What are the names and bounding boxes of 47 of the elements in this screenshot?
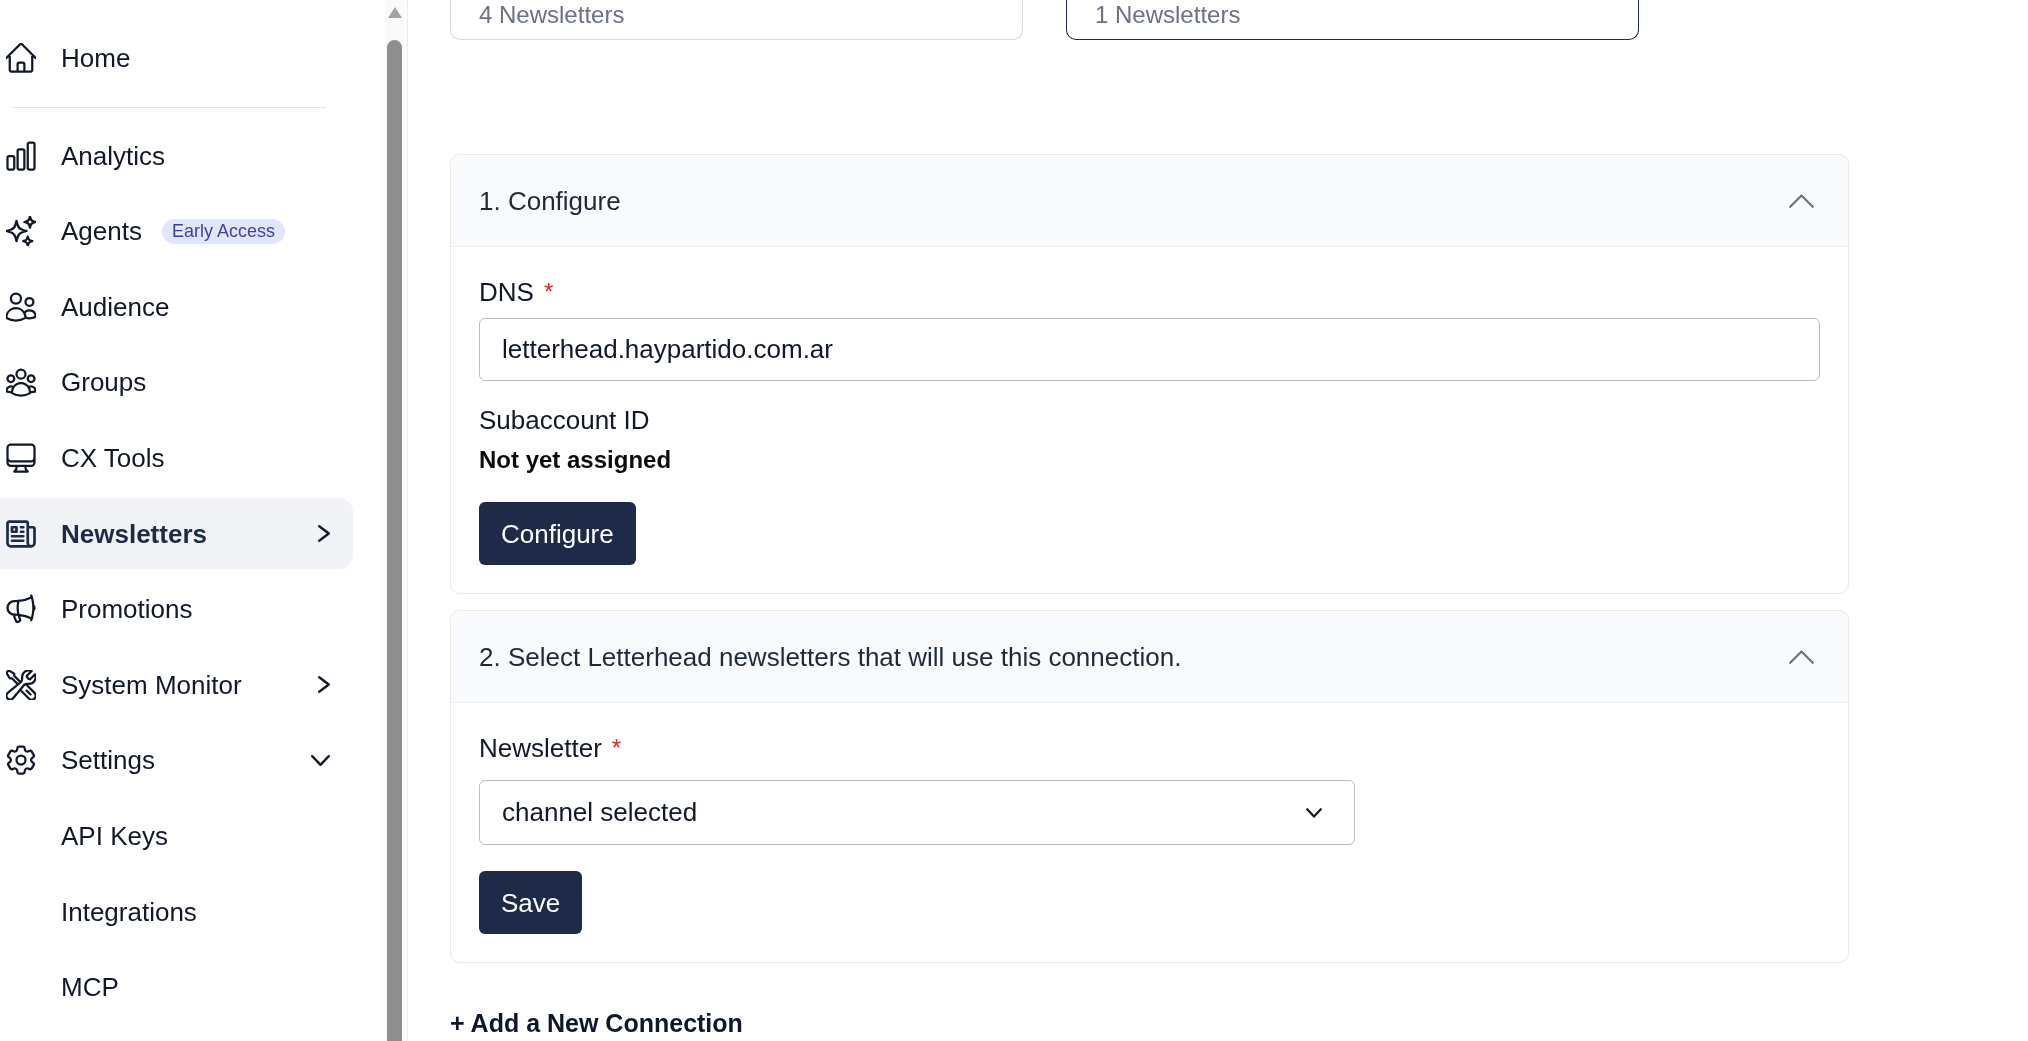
newsletter-count-card[interactable]: 1 Newsletters [1066,0,1639,40]
bar-chart-icon [6,140,36,171]
newsletter-count-card[interactable]: 4 Newsletters [450,0,1023,40]
sidebar-item[interactable]: Promotions [6,593,193,626]
field-value: Not yet assigned [479,445,673,475]
sparkles-icon [6,216,36,247]
required-mark: * [543,277,554,307]
text-input[interactable]: letterhead.haypartido.com.ar [479,318,1820,381]
three-people-icon [6,367,36,398]
sidebar-item[interactable]: CX Tools [6,442,165,475]
save-button[interactable]: Save [479,871,583,934]
chevron-right-icon[interactable] [318,525,330,543]
newspaper-icon [6,518,36,549]
sidebar-item[interactable]: Home [6,41,131,74]
required-mark: * [611,733,622,763]
wrench-screwdriver-icon [6,669,36,700]
chevron-up-icon[interactable] [1789,649,1814,664]
sidebar-item[interactable]: Newsletters [0,498,353,570]
section-header[interactable]: 1. Configure [451,155,1848,247]
scrollbar-thumb[interactable] [387,40,402,1041]
field-label: DNS [479,276,534,308]
field-label: Subaccount ID [479,404,650,436]
megaphone-icon [6,594,36,625]
scroll-up-arrow-icon[interactable] [387,7,402,18]
sidebar-subitem[interactable]: API Keys [61,820,168,853]
sidebar-subitem[interactable]: MCP [61,971,119,1004]
sidebar-item[interactable]: System Monitor [6,668,330,701]
section-header[interactable]: 2. Select Letterhead newsletters that will use this connection. [451,611,1848,703]
sidebar-item[interactable]: Groups [6,366,147,399]
field-label: Newsletter [479,732,602,764]
home-icon [6,42,36,73]
settings-icon [6,745,36,776]
chevron-down-icon[interactable] [311,754,330,766]
monitor-icon [6,443,36,474]
chevron-up-icon[interactable] [1789,193,1814,208]
feature-badge: Early Access [161,218,285,244]
select-field[interactable]: channel selected [479,780,1355,845]
sidebar-subitem[interactable]: Integrations [61,895,197,928]
configure-button[interactable]: Configure [479,502,636,565]
sidebar-item[interactable]: Agents Early Access [6,215,285,248]
chevron-right-icon[interactable] [318,676,330,694]
sidebar-item[interactable]: Settings [6,744,330,777]
chevron-down-icon [1306,807,1322,818]
sidebar-item[interactable]: Analytics [6,139,166,172]
sidebar-item[interactable]: Audience [6,290,170,323]
add-connection-link[interactable]: + Add a New Connection [450,1007,743,1039]
two-people-icon [6,291,36,322]
